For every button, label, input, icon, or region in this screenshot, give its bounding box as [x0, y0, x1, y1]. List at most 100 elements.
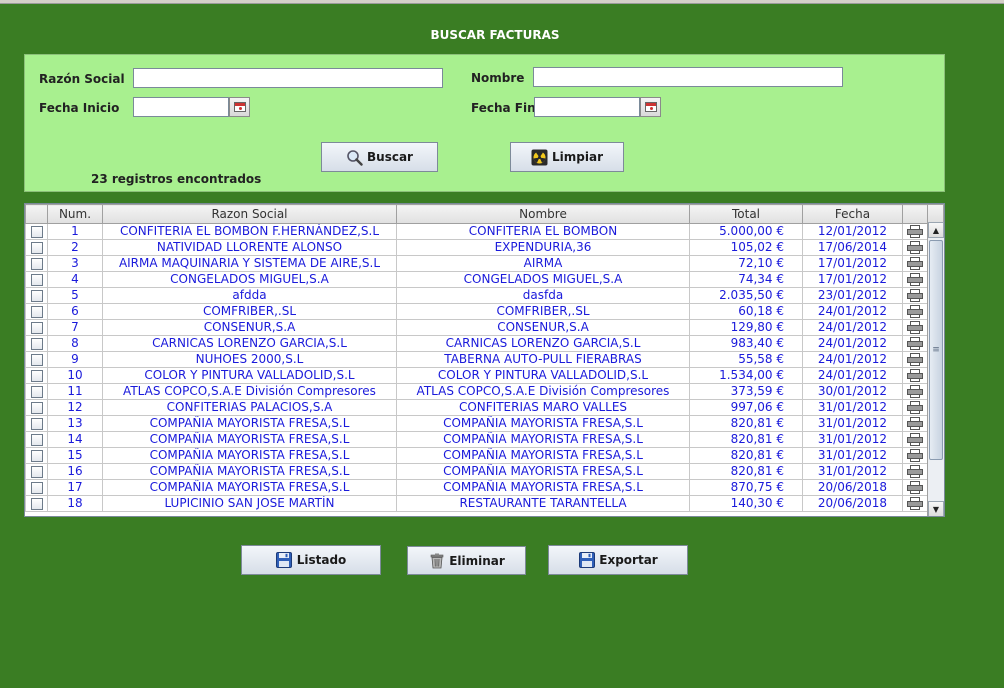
nombre-input[interactable]: [533, 67, 843, 87]
printer-icon[interactable]: [907, 385, 923, 398]
row-select-cell[interactable]: [25, 223, 48, 240]
row-print-cell[interactable]: [902, 255, 928, 272]
scroll-thumb[interactable]: ≡: [929, 240, 943, 460]
row-checkbox[interactable]: [30, 417, 43, 430]
scroll-down-button[interactable]: ▼: [928, 501, 944, 516]
row-print-cell[interactable]: [902, 399, 928, 416]
row-select-cell[interactable]: [25, 479, 48, 496]
row-print-cell[interactable]: [902, 223, 928, 240]
header-select[interactable]: [25, 204, 48, 224]
row-checkbox[interactable]: [30, 401, 43, 414]
table-row[interactable]: 7 CONSENUR,S.A CONSENUR,S.A 129,80 €24/01/2…: [25, 319, 928, 336]
printer-icon[interactable]: [907, 225, 923, 238]
table-row[interactable]: 5 afdda dasfda 2.035,50 €23/01/2012: [25, 287, 928, 304]
printer-icon[interactable]: [907, 417, 923, 430]
row-select-cell[interactable]: [25, 255, 48, 272]
table-row[interactable]: 14 COMPAÑIA MAYORISTA FRESA,S.L COMPAÑIA M…: [25, 431, 928, 448]
table-row[interactable]: 4 CONGELADOS MIGUEL,S.A CONGELADOS MIGUEL,…: [25, 271, 928, 288]
fecha-fin-calendar-button[interactable]: [640, 97, 661, 117]
row-checkbox[interactable]: [30, 433, 43, 446]
printer-icon[interactable]: [907, 497, 923, 510]
table-row[interactable]: 12 CONFITERIAS PALACIOS,S.A CONFITERIAS MA…: [25, 399, 928, 416]
exportar-button[interactable]: Exportar: [548, 545, 688, 575]
row-checkbox[interactable]: [30, 225, 43, 238]
row-print-cell[interactable]: [902, 303, 928, 320]
table-row[interactable]: 10 COLOR Y PINTURA VALLADOLID,S.L COLOR Y …: [25, 367, 928, 384]
row-checkbox[interactable]: [30, 449, 43, 462]
row-checkbox[interactable]: [30, 305, 43, 318]
table-row[interactable]: 2 NATIVIDAD LLORENTE ALONSO EXPENDURIA,36 1…: [25, 239, 928, 256]
row-select-cell[interactable]: [25, 383, 48, 400]
table-row[interactable]: 6 COMFRIBER,.SL COMFRIBER,.SL 60,18 €24/01/…: [25, 303, 928, 320]
row-checkbox[interactable]: [30, 497, 43, 510]
eliminar-button[interactable]: Eliminar: [407, 546, 526, 575]
row-checkbox[interactable]: [30, 241, 43, 254]
row-print-cell[interactable]: [902, 383, 928, 400]
row-checkbox[interactable]: [30, 257, 43, 270]
printer-icon[interactable]: [907, 321, 923, 334]
row-checkbox[interactable]: [30, 385, 43, 398]
row-select-cell[interactable]: [25, 447, 48, 464]
row-select-cell[interactable]: [25, 271, 48, 288]
row-select-cell[interactable]: [25, 463, 48, 480]
row-print-cell[interactable]: [902, 271, 928, 288]
table-row[interactable]: 16 COMPAÑIA MAYORISTA FRESA,S.L COMPAÑIA M…: [25, 463, 928, 480]
table-row[interactable]: 15 COMPAÑIA MAYORISTA FRESA,S.L COMPAÑIA M…: [25, 447, 928, 464]
vertical-scrollbar[interactable]: ▲ ≡ ▼: [927, 222, 944, 516]
fecha-inicio-calendar-button[interactable]: [229, 97, 250, 117]
row-print-cell[interactable]: [902, 239, 928, 256]
listado-button[interactable]: Listado: [241, 545, 381, 575]
table-row[interactable]: 13 COMPAÑIA MAYORISTA FRESA,S.L COMPAÑIA M…: [25, 415, 928, 432]
table-row[interactable]: 18 LUPICINIO SAN JOSE MARTÍN RESTAURANTE T…: [25, 495, 928, 512]
printer-icon[interactable]: [907, 305, 923, 318]
row-select-cell[interactable]: [25, 319, 48, 336]
row-select-cell[interactable]: [25, 495, 48, 512]
row-print-cell[interactable]: [902, 351, 928, 368]
row-checkbox[interactable]: [30, 289, 43, 302]
printer-icon[interactable]: [907, 257, 923, 270]
table-row[interactable]: 1 CONFITERIA EL BOMBON F.HERNÁNDEZ,S.L CON…: [25, 223, 928, 240]
row-print-cell[interactable]: [902, 287, 928, 304]
row-print-cell[interactable]: [902, 367, 928, 384]
row-checkbox[interactable]: [30, 353, 43, 366]
row-print-cell[interactable]: [902, 415, 928, 432]
header-print[interactable]: [902, 204, 928, 224]
header-razon-social[interactable]: Razon Social: [102, 204, 397, 224]
row-select-cell[interactable]: [25, 239, 48, 256]
row-checkbox[interactable]: [30, 337, 43, 350]
row-checkbox[interactable]: [30, 273, 43, 286]
printer-icon[interactable]: [907, 241, 923, 254]
printer-icon[interactable]: [907, 353, 923, 366]
row-select-cell[interactable]: [25, 287, 48, 304]
row-select-cell[interactable]: [25, 335, 48, 352]
printer-icon[interactable]: [907, 433, 923, 446]
row-select-cell[interactable]: [25, 351, 48, 368]
row-print-cell[interactable]: [902, 335, 928, 352]
row-select-cell[interactable]: [25, 367, 48, 384]
printer-icon[interactable]: [907, 465, 923, 478]
row-print-cell[interactable]: [902, 447, 928, 464]
row-checkbox[interactable]: [30, 321, 43, 334]
row-print-cell[interactable]: [902, 319, 928, 336]
row-select-cell[interactable]: [25, 303, 48, 320]
razon-social-input[interactable]: [133, 68, 443, 88]
printer-icon[interactable]: [907, 481, 923, 494]
table-row[interactable]: 11 ATLAS COPCO,S.A.E División Compresores…: [25, 383, 928, 400]
row-select-cell[interactable]: [25, 415, 48, 432]
fecha-inicio-input[interactable]: [133, 97, 229, 117]
row-print-cell[interactable]: [902, 495, 928, 512]
scroll-up-button[interactable]: ▲: [928, 222, 944, 238]
fecha-fin-input[interactable]: [534, 97, 640, 117]
table-row[interactable]: 9 NUHOES 2000,S.L TABERNA AUTO-PULL FIERAB…: [25, 351, 928, 368]
row-print-cell[interactable]: [902, 431, 928, 448]
header-total[interactable]: Total: [689, 204, 803, 224]
table-row[interactable]: 8 CARNICAS LORENZO GARCIA,S.L CARNICAS LOR…: [25, 335, 928, 352]
table-row[interactable]: 17 COMPAÑIA MAYORISTA FRESA,S.L COMPAÑIA M…: [25, 479, 928, 496]
printer-icon[interactable]: [907, 337, 923, 350]
limpiar-button[interactable]: Limpiar: [510, 142, 624, 172]
printer-icon[interactable]: [907, 369, 923, 382]
row-print-cell[interactable]: [902, 479, 928, 496]
header-nombre[interactable]: Nombre: [396, 204, 690, 224]
row-checkbox[interactable]: [30, 369, 43, 382]
printer-icon[interactable]: [907, 273, 923, 286]
